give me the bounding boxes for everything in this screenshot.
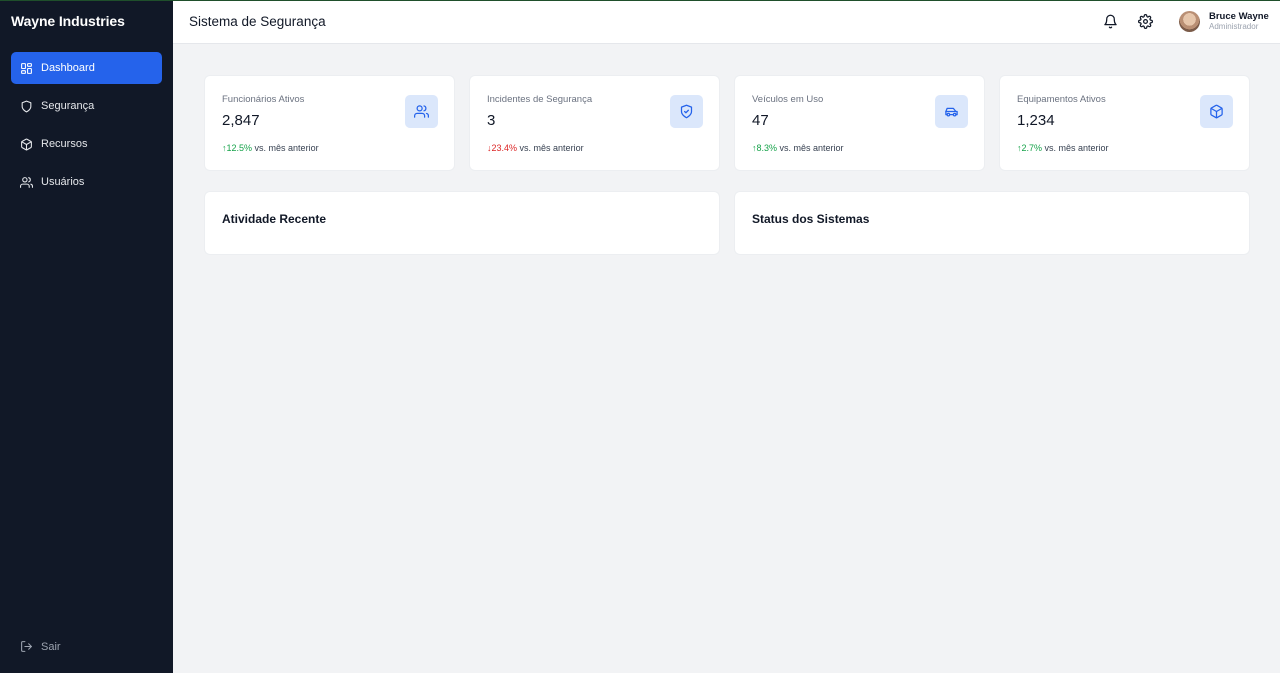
sidebar-item-label: Dashboard (41, 62, 95, 74)
window-top-border (0, 0, 1280, 1)
trend-suffix: vs. mês anterior (519, 143, 584, 153)
trend-value: 23.4% (491, 143, 518, 153)
brand-title: Wayne Industries (11, 13, 125, 29)
logout-label: Sair (41, 640, 61, 653)
stat-icon (935, 95, 968, 128)
stat-card-funcionarios: Funcionários Ativos 2,847 ↑12.5% vs. mês… (205, 76, 454, 170)
stat-value: 47 (752, 112, 769, 129)
stat-label: Equipamentos Ativos (1017, 94, 1106, 105)
box-icon (1210, 104, 1223, 119)
sidebar: Wayne Industries Dashboard Segurança Rec… (0, 0, 173, 673)
trend-suffix: vs. mês anterior (254, 143, 319, 153)
stat-card-incidentes: Incidentes de Segurança 3 ↓23.4% vs. mês… (470, 76, 719, 170)
stat-value: 2,847 (222, 112, 260, 129)
logout-button[interactable]: Sair (20, 640, 61, 653)
stat-icon (670, 95, 703, 128)
stat-label: Veículos em Uso (752, 94, 824, 105)
avatar (1179, 11, 1200, 32)
stat-trend: ↑2.7% vs. mês anterior (1017, 143, 1109, 153)
users-icon (20, 176, 33, 188)
stat-card-veiculos: Veículos em Uso 47 ↑8.3% vs. mês anterio… (735, 76, 984, 170)
sidebar-item-label: Recursos (41, 138, 88, 150)
page-title: Sistema de Segurança (189, 14, 326, 29)
shield-icon (21, 100, 32, 112)
sidebar-item-seguranca[interactable]: Segurança (11, 90, 162, 122)
stat-trend: ↓23.4% vs. mês anterior (487, 143, 584, 153)
user-info: Bruce Wayne Administrador (1209, 11, 1269, 32)
trend-value: 12.5% (226, 143, 253, 153)
logout-icon (21, 641, 32, 652)
user-name: Bruce Wayne (1209, 11, 1269, 22)
shield-check-icon (680, 104, 693, 119)
dashboard-icon (21, 62, 32, 74)
recent-activity-panel: Atividade Recente (205, 192, 719, 254)
users-icon (414, 105, 429, 118)
trend-suffix: vs. mês anterior (779, 143, 844, 153)
panel-title: Status dos Sistemas (752, 212, 870, 226)
sidebar-item-recursos[interactable]: Recursos (11, 128, 162, 160)
top-header: Sistema de Segurança Bruce Wayne Adminis… (173, 0, 1280, 44)
sidebar-nav: Dashboard Segurança Recursos Usuários (11, 52, 162, 204)
stat-trend: ↑12.5% vs. mês anterior (222, 143, 319, 153)
sidebar-item-dashboard[interactable]: Dashboard (11, 52, 162, 84)
stat-icon (1200, 95, 1233, 128)
panel-title: Atividade Recente (222, 212, 327, 226)
stat-icon (405, 95, 438, 128)
bell-icon (1104, 14, 1117, 29)
trend-value: 2.7% (1021, 143, 1043, 153)
trend-suffix: vs. mês anterior (1044, 143, 1109, 153)
sidebar-item-usuarios[interactable]: Usuários (11, 166, 162, 198)
box-icon (21, 138, 32, 150)
stat-card-equipamentos: Equipamentos Ativos 1,234 ↑2.7% vs. mês … (1000, 76, 1249, 170)
user-menu[interactable]: Bruce Wayne Administrador (1179, 11, 1269, 32)
gear-icon (1138, 14, 1153, 29)
car-icon (945, 107, 958, 117)
trend-value: 8.3% (756, 143, 778, 153)
stat-value: 3 (487, 112, 496, 129)
user-role: Administrador (1209, 22, 1259, 31)
settings-button[interactable] (1138, 14, 1153, 29)
stat-value: 1,234 (1017, 112, 1055, 129)
stat-trend: ↑8.3% vs. mês anterior (752, 143, 844, 153)
notifications-button[interactable] (1103, 14, 1118, 29)
sidebar-item-label: Segurança (41, 100, 95, 112)
systems-status-panel: Status dos Sistemas (735, 192, 1249, 254)
sidebar-item-label: Usuários (41, 176, 85, 188)
stat-label: Incidentes de Segurança (487, 94, 593, 105)
stat-label: Funcionários Ativos (222, 94, 305, 105)
